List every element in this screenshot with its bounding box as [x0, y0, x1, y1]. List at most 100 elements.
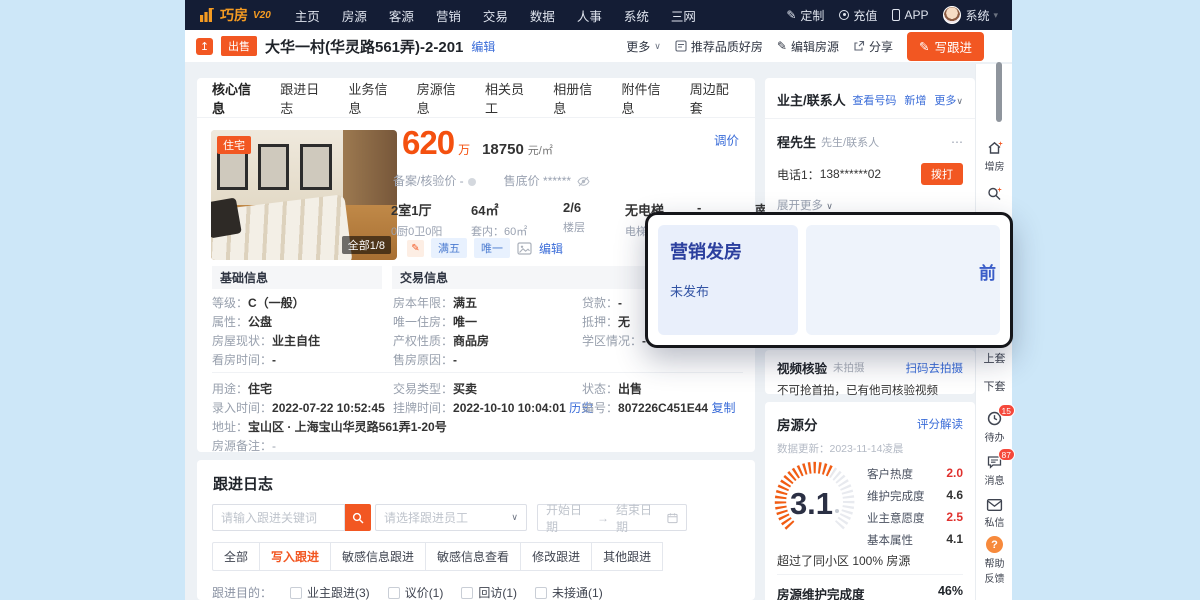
more-menu[interactable]: 更多∨ [626, 38, 661, 55]
add-house-button[interactable]: + 增房 [976, 140, 1013, 173]
call-button[interactable]: 拨打 [921, 163, 963, 185]
brand-logo[interactable]: 巧房 V20 [199, 5, 271, 25]
prev-listing-button[interactable]: 上套 [976, 350, 1013, 366]
popup-secondary-panel[interactable]: 前 [806, 225, 1000, 335]
view-number-link[interactable]: 查看号码 [852, 92, 896, 108]
image-icon[interactable] [517, 242, 532, 255]
ellipsis-menu-icon[interactable]: ⋯ [951, 135, 963, 149]
house-plus-icon: + [986, 140, 1003, 156]
customize-link[interactable]: ✎定制 [786, 7, 824, 24]
tags-edit-link[interactable]: 编辑 [539, 240, 563, 257]
nav-item-deals[interactable]: 交易 [483, 6, 508, 25]
code-field: 编号：807226C451E44 复制 [582, 399, 735, 416]
avatar [943, 6, 961, 24]
nav-item-home[interactable]: 主页 [295, 6, 320, 25]
tab-album[interactable]: 相册信息 [553, 79, 603, 117]
messages-button[interactable]: 87 消息 [976, 454, 1013, 487]
scan-to-shoot-link[interactable]: 扫码去拍摄 [906, 360, 964, 376]
pin-top-icon[interactable]: ↥ [196, 38, 213, 55]
edit-house-link[interactable]: ✎编辑房源 [777, 38, 839, 55]
address-field: 地址：宝山区 · 上海宝山华灵路561弄1-20号 [212, 418, 447, 435]
photo-counter[interactable]: 全部1/8 [342, 236, 391, 254]
ftab-sensitive-view[interactable]: 敏感信息查看 [425, 542, 521, 571]
ftab-modify[interactable]: 修改跟进 [520, 542, 592, 571]
app-link[interactable]: APP [892, 8, 928, 22]
metric-customer-heat: 客户热度2.0 [867, 466, 963, 488]
pen-tag-icon[interactable]: ✎ [407, 240, 424, 257]
nav-item-customers[interactable]: 客源 [389, 6, 414, 25]
purpose-bargain[interactable]: 议价(1) [388, 584, 444, 600]
staff-select[interactable]: 请选择跟进员工∨ [375, 504, 527, 531]
tab-business-info[interactable]: 业务信息 [349, 79, 399, 117]
calendar-icon [667, 512, 678, 524]
eye-off-icon[interactable] [577, 176, 590, 187]
share-link[interactable]: 分享 [853, 38, 893, 55]
score-explain-link[interactable]: 评分解读 [917, 416, 963, 432]
followup-search-input[interactable] [212, 504, 345, 531]
nav-item-hr[interactable]: 人事 [577, 6, 602, 25]
photo-frame [300, 144, 332, 190]
help-feedback-button[interactable]: ? 帮助 反馈 [976, 536, 1013, 585]
purpose-callback[interactable]: 回访(1) [461, 584, 517, 600]
adjust-price-link[interactable]: 调价 [714, 130, 739, 149]
spec-area: 64㎡套内：60㎡ [471, 200, 549, 239]
nav-item-sanwang[interactable]: 三网 [671, 6, 696, 25]
ftab-other[interactable]: 其他跟进 [591, 542, 663, 571]
ftab-write[interactable]: 写入跟进 [259, 542, 331, 571]
direct-message-button[interactable]: 私信 [976, 498, 1013, 529]
marketing-publish-popup: 营销发房 未发布 前 [645, 212, 1013, 348]
tag-weiyi: 唯一 [474, 238, 510, 258]
add-customer-button[interactable]: + [976, 186, 1013, 202]
nav-item-data[interactable]: 数据 [530, 6, 555, 25]
info-row: 贷款：- [582, 294, 646, 313]
nav-item-system[interactable]: 系统 [624, 6, 649, 25]
nav-item-marketing[interactable]: 营销 [436, 6, 461, 25]
recharge-link[interactable]: 充值 [839, 7, 877, 24]
title-edit-link[interactable]: 编辑 [471, 38, 495, 55]
popup-panel[interactable]: 营销发房 未发布 [658, 225, 798, 335]
checkbox[interactable] [535, 587, 547, 599]
checkbox[interactable] [388, 587, 400, 599]
info-dot-icon[interactable] [468, 178, 476, 186]
owner-more-link[interactable]: 更多∨ [934, 92, 963, 108]
tab-surroundings[interactable]: 周边配套 [690, 79, 740, 117]
nav-item-listings[interactable]: 房源 [342, 6, 367, 25]
account-menu[interactable]: 系统▾ [943, 6, 998, 24]
maintenance-completion-row: 房源维护完成度46% [777, 584, 963, 600]
date-range-picker[interactable]: 开始日期 → 结束日期 [537, 504, 687, 531]
add-contact-link[interactable]: 新增 [904, 92, 926, 108]
score-rank-note: 超过了同小区 100% 房源 [777, 552, 910, 569]
popup-action-link[interactable]: 前 [979, 259, 996, 284]
checkbox[interactable] [461, 587, 473, 599]
tab-followup-log[interactable]: 跟进日志 [280, 79, 330, 117]
purpose-owner-follow[interactable]: 业主跟进(3) [290, 584, 370, 600]
ftab-all[interactable]: 全部 [212, 542, 260, 571]
popup-status: 未发布 [670, 281, 786, 300]
tab-listing-info[interactable]: 房源信息 [417, 79, 467, 117]
next-listing-button[interactable]: 下套 [976, 378, 1013, 394]
todo-button[interactable]: 15 待办 [976, 410, 1013, 444]
search-plus-icon: + [986, 186, 1003, 202]
tab-attachments[interactable]: 附件信息 [622, 79, 672, 117]
basic-info-header: 基础信息 [212, 266, 382, 289]
remark-field: 房源备注：- [212, 437, 276, 454]
clock-icon: 15 [986, 410, 1003, 427]
tab-core-info[interactable]: 核心信息 [212, 79, 262, 117]
info-row: 等级：C（一般） [212, 294, 320, 313]
expand-more-link[interactable]: 展开更多 ∨ [765, 185, 975, 213]
recommend-link[interactable]: 推荐品质好房 [675, 38, 763, 55]
write-followup-button[interactable]: ✎写跟进 [907, 32, 984, 61]
purpose-no-answer[interactable]: 未接通(1) [535, 584, 603, 600]
property-photo[interactable]: 住宅 全部1/8 [211, 130, 397, 260]
checkbox[interactable] [290, 587, 302, 599]
search-button[interactable] [345, 504, 371, 531]
tag-manwu: 满五 [431, 238, 467, 258]
ftab-sensitive-follow[interactable]: 敏感信息跟进 [330, 542, 426, 571]
listed-time-field: 挂牌时间：2022-10-10 10:04:01 历史 [393, 399, 593, 416]
tab-related-staff[interactable]: 相关员工 [485, 79, 535, 117]
copy-link[interactable]: 复制 [711, 401, 735, 415]
recharge-icon [839, 10, 849, 20]
scrollbar[interactable] [996, 62, 1002, 122]
spec-floor: 2/6楼层 [563, 200, 611, 239]
nav-right: ✎定制 充值 APP 系统▾ [786, 6, 998, 24]
